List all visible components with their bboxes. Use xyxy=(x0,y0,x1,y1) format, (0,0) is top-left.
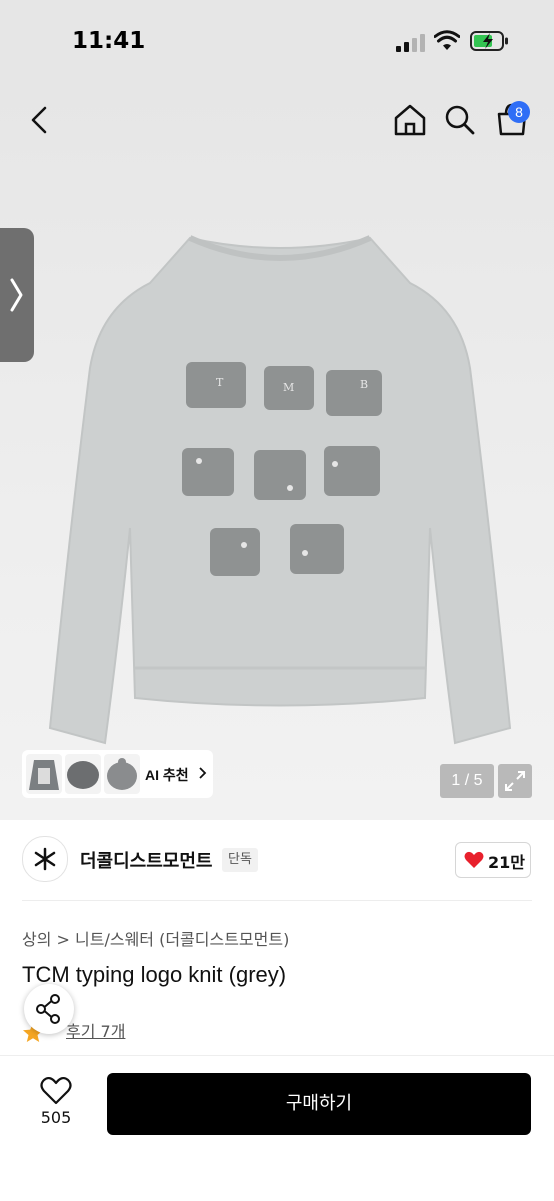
search-icon[interactable] xyxy=(440,100,480,140)
svg-text:M: M xyxy=(283,381,294,394)
battery-icon xyxy=(470,31,508,51)
buy-button[interactable]: 구매하기 xyxy=(107,1073,531,1135)
svg-text:B: B xyxy=(360,378,368,391)
breadcrumb[interactable]: 상의 > 니트/스웨터 (더콜디스트모먼트) xyxy=(22,926,289,950)
brand-logo-icon xyxy=(34,847,56,871)
thumbnail[interactable] xyxy=(26,754,62,794)
share-icon xyxy=(36,994,60,1024)
thumbnail[interactable] xyxy=(104,754,140,794)
heart-outline-icon[interactable] xyxy=(40,1076,72,1106)
like-button[interactable]: 21만 xyxy=(455,842,531,878)
home-icon[interactable] xyxy=(390,100,430,140)
expand-button[interactable] xyxy=(498,764,532,798)
chevron-right-icon xyxy=(10,278,23,312)
brand-logo[interactable] xyxy=(22,836,68,882)
cart-count-badge: 8 xyxy=(508,101,530,123)
share-button[interactable] xyxy=(24,984,74,1034)
wifi-icon xyxy=(434,30,460,50)
product-image-sweater[interactable]: T M B xyxy=(40,228,520,748)
status-time: 11:41 xyxy=(72,28,146,54)
side-drawer-tab[interactable] xyxy=(0,228,34,362)
image-page-indicator: 1 / 5 xyxy=(440,764,494,798)
svg-text:T: T xyxy=(216,376,224,389)
divider xyxy=(22,900,532,901)
brand-name[interactable]: 더콜디스트모먼트 xyxy=(80,847,212,873)
expand-icon xyxy=(505,771,525,791)
related-thumbnails[interactable]: AI 추천 xyxy=(22,750,213,798)
wishlist-count: 505 xyxy=(40,1108,72,1127)
exclusive-badge: 단독 xyxy=(222,848,258,872)
thumbnail[interactable] xyxy=(65,754,101,794)
like-count: 21만 xyxy=(488,853,525,872)
status-bar: 11:41 xyxy=(0,0,554,80)
chevron-right-icon xyxy=(199,767,207,779)
ai-recommend-label[interactable]: AI 추천 xyxy=(145,765,189,785)
signal-icon xyxy=(396,32,426,52)
heart-filled-icon xyxy=(464,851,484,868)
back-icon[interactable] xyxy=(20,100,60,140)
review-link[interactable]: 후기 7개 xyxy=(66,1018,125,1042)
